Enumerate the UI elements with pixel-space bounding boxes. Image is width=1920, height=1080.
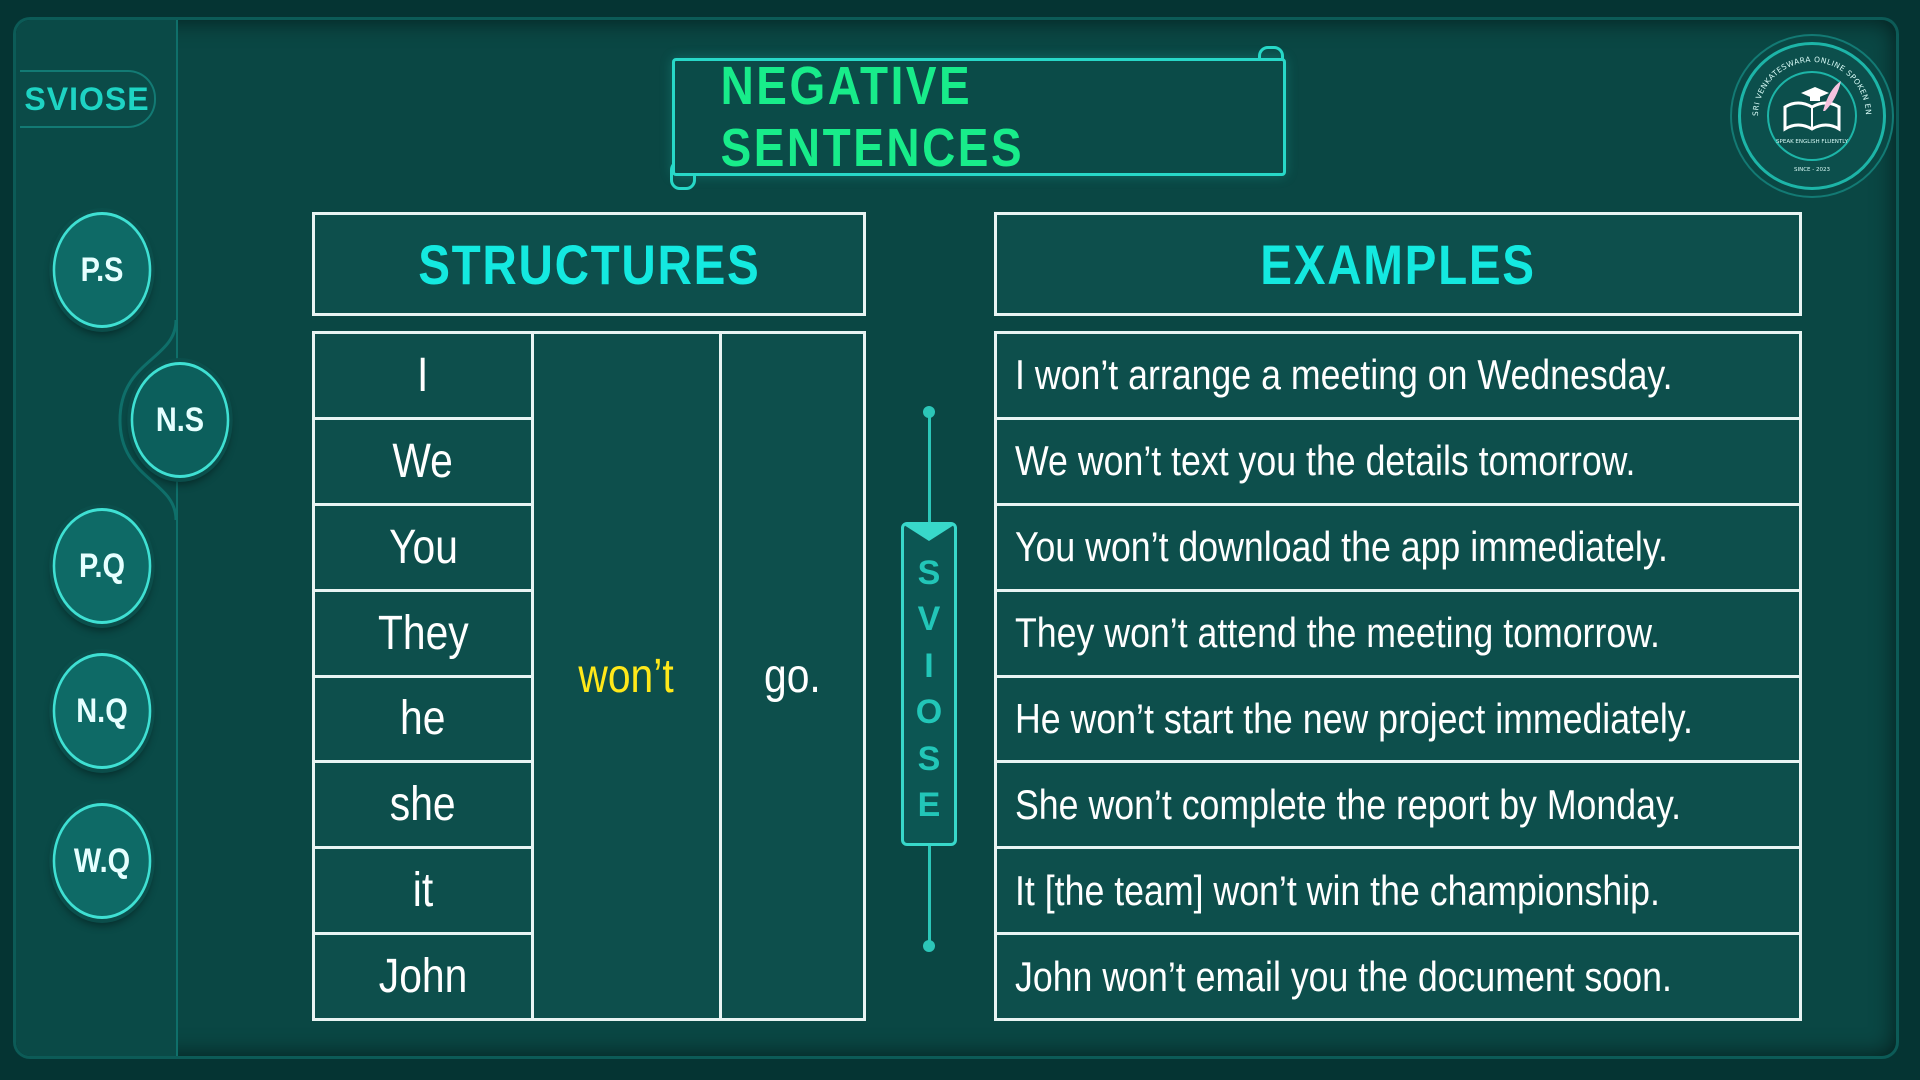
structures-table: I We You They he she it John won’t go. — [312, 331, 866, 1021]
school-logo: SRI VENKATESWARA ONLINE SPOKEN ENGLISH S… — [1738, 38, 1886, 190]
example-row: You won’t download the app immediately. — [997, 506, 1799, 592]
tag-letter: O — [915, 693, 943, 732]
example-row: She won’t complete the report by Monday. — [997, 763, 1799, 850]
subject-cell: I — [315, 334, 531, 420]
subject-cell: You — [315, 506, 531, 592]
tag-letter: S — [917, 739, 941, 778]
example-row: John won’t email you the document soon. — [1015, 952, 1672, 1000]
subject-cell: We — [315, 420, 531, 506]
tag-dot-top — [923, 406, 935, 418]
subject-cell: John — [378, 950, 468, 1004]
example-row: They won’t attend the meeting tomorrow. — [997, 592, 1799, 678]
tag-line-bottom — [928, 846, 931, 946]
subjects-column: I We You They he she it John — [315, 334, 534, 1018]
tag-line-top — [928, 412, 931, 524]
examples-header: EXAMPLES — [994, 212, 1802, 316]
tag-letter: E — [917, 786, 941, 825]
tag-notch-shape — [904, 525, 954, 541]
structures-header: STRUCTURES — [312, 212, 866, 316]
auxiliary-text: won’t — [578, 649, 675, 703]
nav-button-wq[interactable]: W.Q — [52, 803, 152, 919]
sviose-vertical-tag: S V I O S E — [901, 522, 957, 846]
nav-button-nq[interactable]: N.Q — [52, 653, 152, 769]
subject-cell: she — [315, 763, 531, 850]
examples-table: I won’t arrange a meeting on Wednesday. … — [994, 331, 1802, 1021]
subject-cell: They — [315, 592, 531, 678]
logo-emblem-icon: SRI VENKATESWARA ONLINE SPOKEN ENGLISH S… — [1738, 38, 1873, 173]
title-banner: NEGATIVE SENTENCES — [672, 56, 1286, 178]
nav-button-ns[interactable]: N.S — [130, 362, 230, 478]
brand-label: SVIOSE — [20, 70, 156, 128]
example-row: We won’t text you the details tomorrow. — [997, 420, 1799, 506]
example-row: I won’t arrange a meeting on Wednesday. — [997, 334, 1799, 420]
page-title: NEGATIVE SENTENCES — [720, 56, 1025, 178]
nav-button-ps[interactable]: P.S — [52, 212, 152, 328]
logo-since: SINCE - 2023 — [1794, 167, 1831, 173]
tag-letter: V — [917, 600, 941, 639]
verb-column: go. — [722, 334, 863, 1018]
logo-tagline: SPEAK ENGLISH FLUENTLY — [1776, 139, 1849, 145]
auxiliary-column: won’t — [534, 334, 722, 1018]
example-row: He won’t start the new project immediate… — [997, 678, 1799, 764]
subject-cell: it — [315, 849, 531, 936]
subject-cell: he — [315, 678, 531, 764]
tag-letter: I — [924, 646, 934, 685]
tag-dot-bottom — [923, 940, 935, 952]
tag-letter: S — [917, 553, 941, 592]
verb-text: go. — [764, 649, 821, 703]
nav-button-pq[interactable]: P.Q — [52, 508, 152, 624]
example-row: It [the team] won’t win the championship… — [997, 849, 1799, 936]
